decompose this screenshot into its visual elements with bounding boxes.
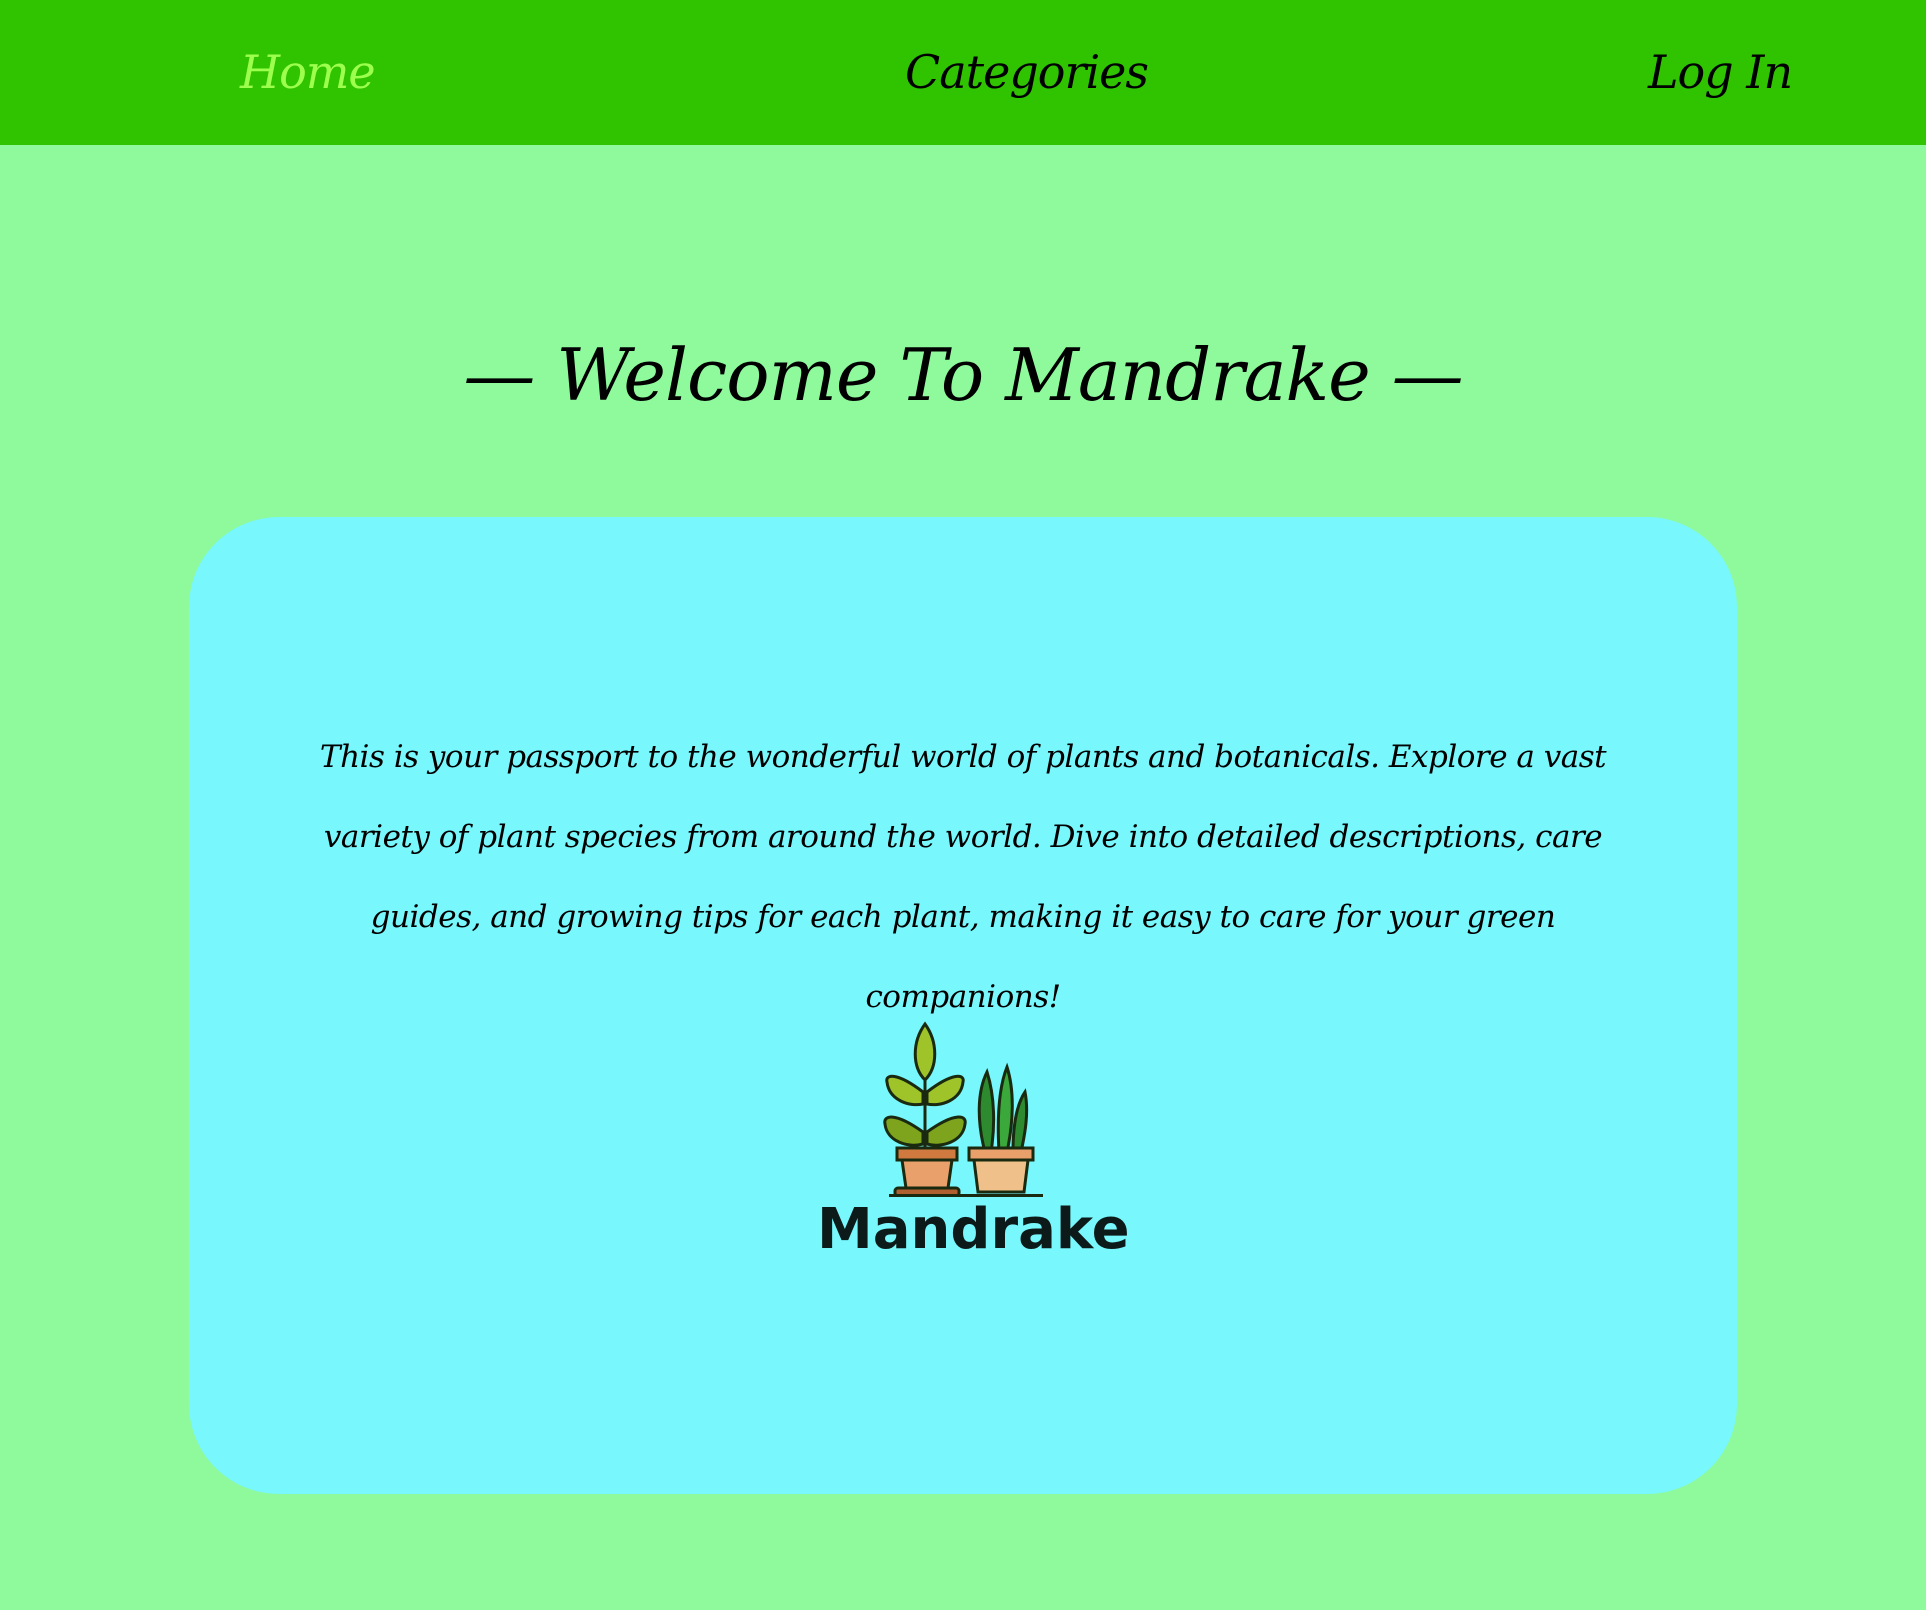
nav-categories-link[interactable]: Categories — [905, 0, 1149, 145]
welcome-card: This is your passport to the wonderful w… — [189, 517, 1737, 1494]
nav-home-link[interactable]: Home — [240, 0, 376, 145]
logo-wordmark: Mandrake — [817, 1197, 1130, 1262]
nav-login-link[interactable]: Log In — [1648, 0, 1793, 145]
navbar: Home Categories Log In — [0, 0, 1926, 145]
mandrake-logo: Mandrake — [817, 1012, 1130, 1282]
intro-text: This is your passport to the wonderful w… — [319, 739, 1607, 1015]
page-title: — Welcome To Mandrake — — [463, 333, 1463, 417]
potted-plants-icon — [817, 1012, 1117, 1197]
